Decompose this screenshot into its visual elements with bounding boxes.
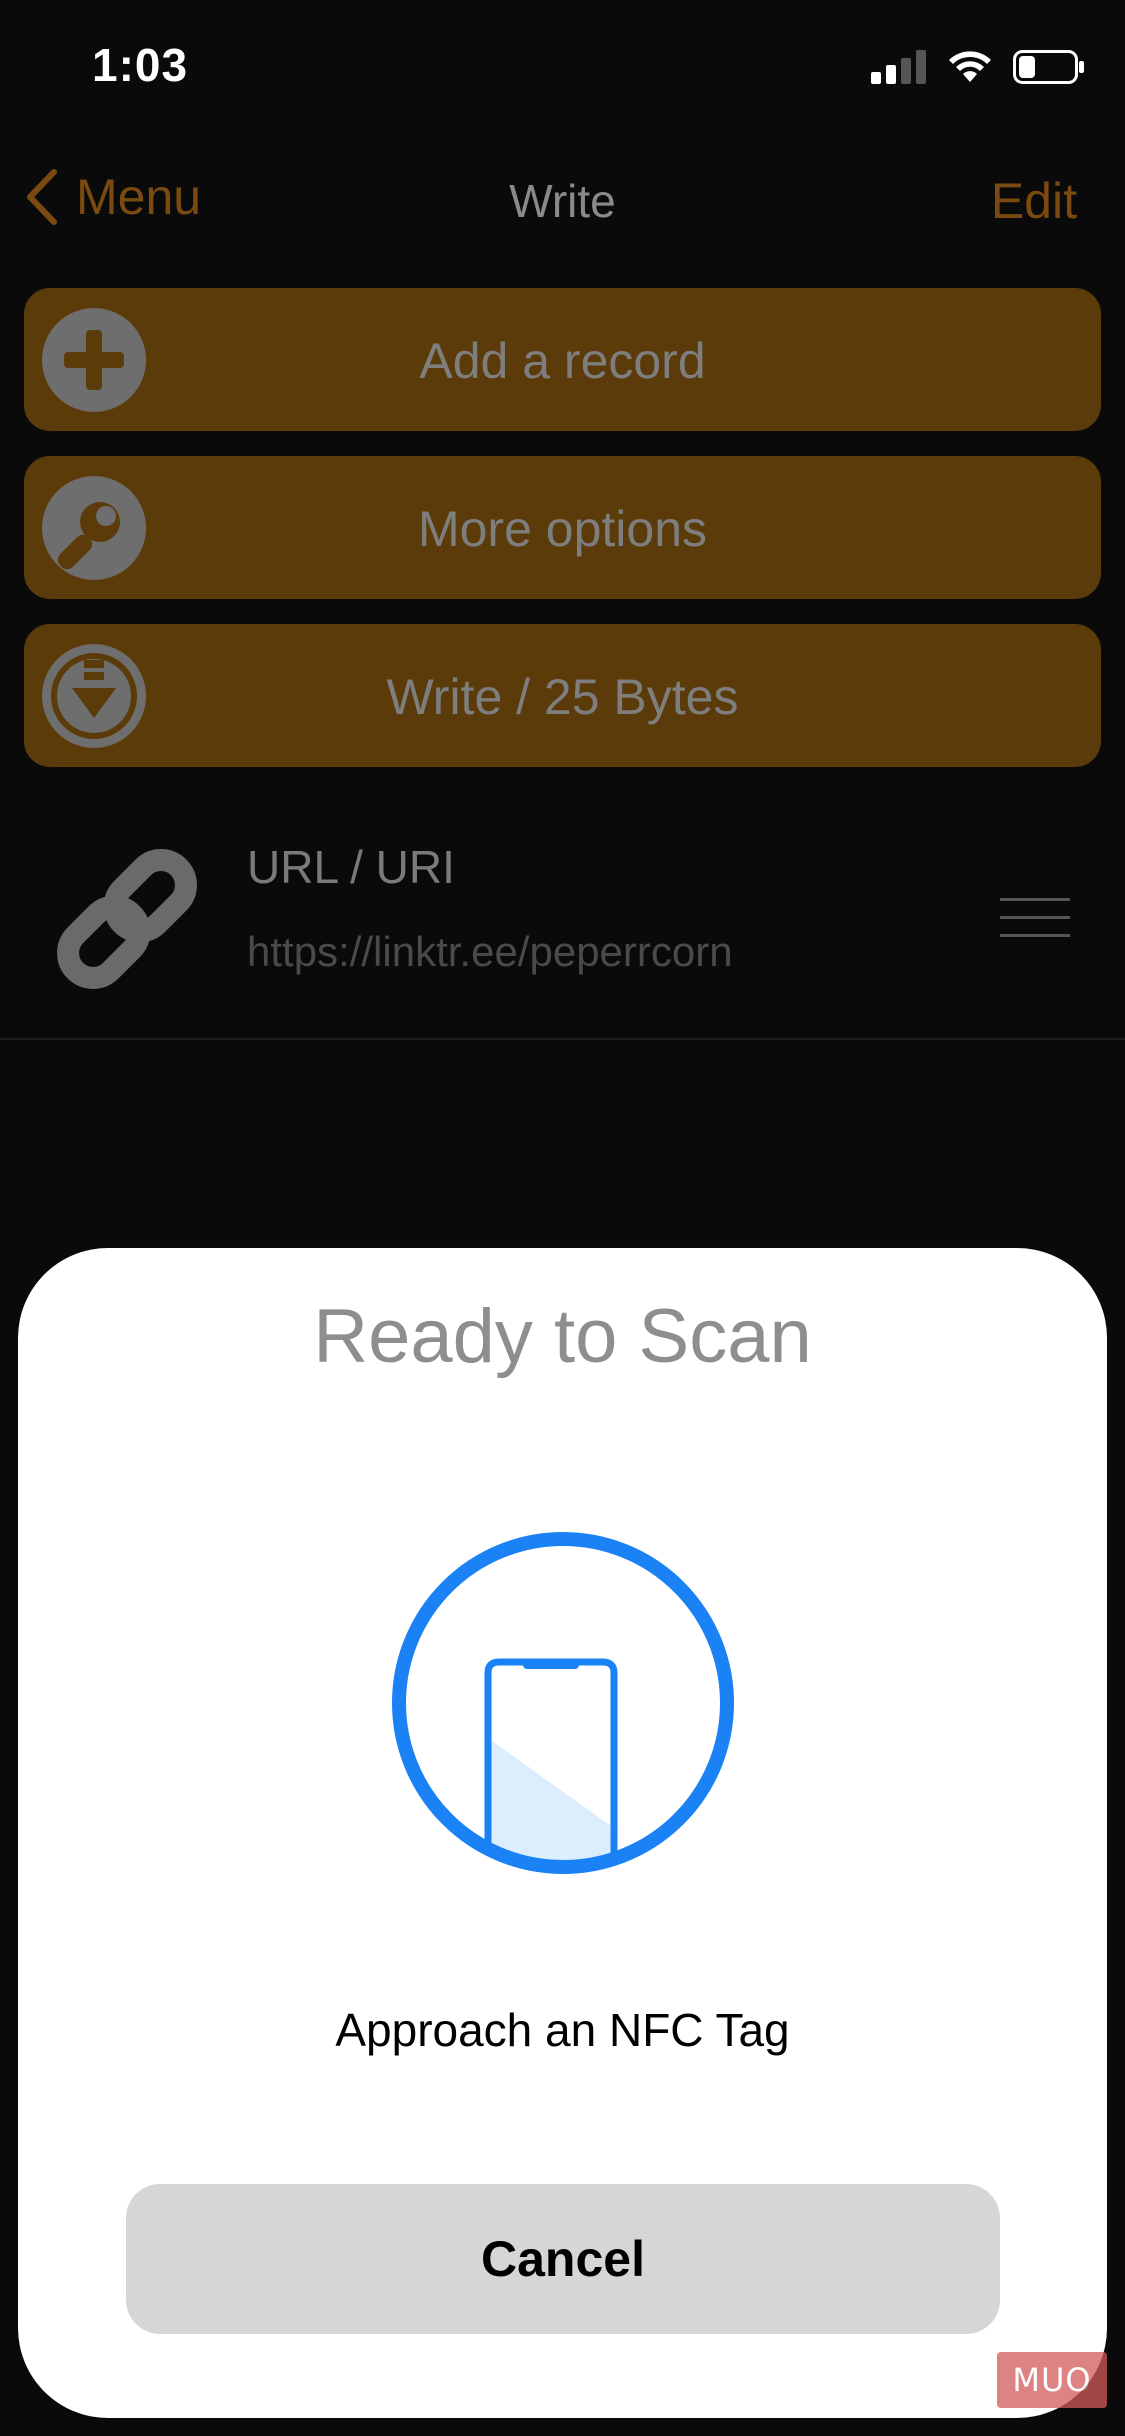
write-label: Write / 25 Bytes bbox=[386, 669, 739, 725]
record-row[interactable]: URL / URI https://linktr.ee/peperrcorn bbox=[0, 810, 1125, 1040]
more-options-label: More options bbox=[417, 501, 708, 557]
status-icons bbox=[871, 50, 1085, 84]
wifi-icon bbox=[949, 51, 991, 82]
watermark-logo: MUO bbox=[997, 2352, 1107, 2408]
sheet-title: Ready to Scan bbox=[313, 1294, 812, 1379]
status-time: 1:03 bbox=[92, 39, 189, 91]
record-type: URL / URI bbox=[247, 841, 455, 893]
edit-button[interactable]: Edit bbox=[991, 172, 1077, 230]
reorder-handle[interactable] bbox=[1000, 898, 1070, 940]
cancel-button[interactable]: Cancel bbox=[126, 2184, 1000, 2334]
cellular-signal-icon bbox=[871, 50, 926, 84]
navigation-bar: Menu Write Edit bbox=[0, 150, 1125, 250]
page-title: Write bbox=[509, 175, 616, 227]
status-bar: 1:03 bbox=[0, 0, 1125, 140]
battery-icon bbox=[1013, 50, 1084, 84]
more-options-button[interactable]: More options bbox=[24, 456, 1101, 599]
record-value: https://linktr.ee/peperrcorn bbox=[247, 928, 733, 975]
write-button[interactable]: Write / 25 Bytes bbox=[24, 624, 1101, 767]
add-record-label: Add a record bbox=[419, 333, 706, 389]
add-record-button[interactable]: Add a record bbox=[24, 288, 1101, 431]
nfc-phone-icon bbox=[392, 1532, 734, 1874]
sheet-message: Approach an NFC Tag bbox=[335, 2004, 790, 2056]
nfc-scan-sheet: Ready to Scan Approach an NFC Tag Cancel bbox=[18, 1248, 1107, 2418]
link-icon bbox=[57, 849, 197, 989]
